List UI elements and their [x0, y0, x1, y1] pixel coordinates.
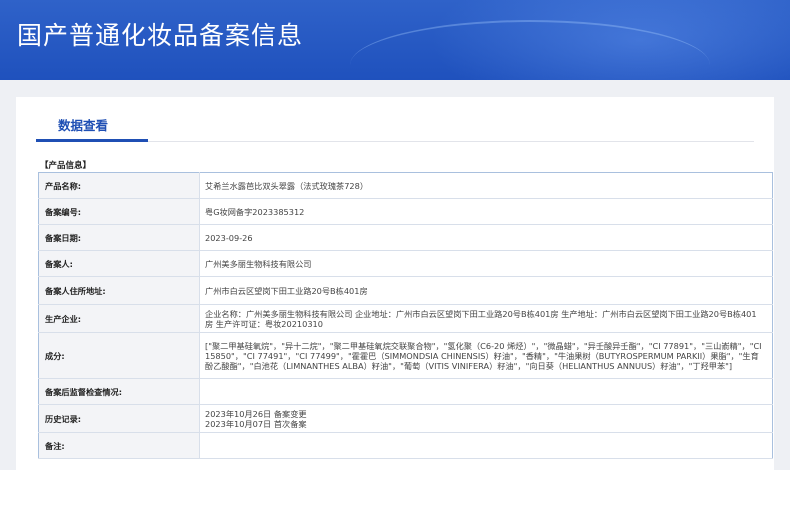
table-row: 成分: ["聚二甲基硅氧烷"，"异十二烷"，"聚二甲基硅氧烷交联聚合物"，"氢化…	[38, 332, 773, 379]
row-value-inspection	[199, 378, 773, 405]
section-title-product-info: 【产品信息】	[40, 161, 92, 171]
table-row: 备案编号: 粤G妆网备字2023385312	[38, 198, 773, 225]
row-label-filer: 备案人:	[38, 250, 200, 277]
row-value-filer: 广州美多丽生物科技有限公司	[199, 250, 773, 277]
row-label-ingredients: 成分:	[38, 332, 200, 379]
table-row: 备注:	[38, 432, 773, 459]
table-row: 备案人住所地址: 广州市白云区望岗下田工业路20号B栋401房	[38, 276, 773, 305]
table-row: 备案人: 广州美多丽生物科技有限公司	[38, 250, 773, 277]
row-value-filing-date: 2023-09-26	[199, 224, 773, 251]
row-value-manufacturer: 企业名称：广州美多丽生物科技有限公司 企业地址：广州市白云区望岗下田工业路20号…	[199, 304, 773, 333]
row-value-filer-address: 广州市白云区望岗下田工业路20号B栋401房	[199, 276, 773, 305]
content-panel: 数据查看 【产品信息】 产品名称: 艾希兰水露芭比双头翠露（法式玫瑰茶728） …	[16, 97, 774, 470]
row-value-history: 2023年10月26日 备案变更 2023年10月07日 首次备案	[199, 404, 773, 433]
row-value-remarks	[199, 432, 773, 459]
table-row: 历史记录: 2023年10月26日 备案变更 2023年10月07日 首次备案	[38, 404, 773, 433]
row-value-ingredients: ["聚二甲基硅氧烷"，"异十二烷"，"聚二甲基硅氧烷交联聚合物"，"氢化聚（C6…	[199, 332, 773, 379]
row-value-product-name: 艾希兰水露芭比双头翠露（法式玫瑰茶728）	[199, 172, 773, 199]
active-tab-indicator	[36, 139, 148, 142]
product-info-table: 产品名称: 艾希兰水露芭比双头翠露（法式玫瑰茶728） 备案编号: 粤G妆网备字…	[38, 172, 773, 459]
page-header: 国产普通化妆品备案信息	[0, 0, 790, 80]
row-label-filing-number: 备案编号:	[38, 198, 200, 225]
row-label-filing-date: 备案日期:	[38, 224, 200, 251]
row-label-inspection: 备案后监督检查情况:	[38, 378, 200, 405]
table-row: 生产企业: 企业名称：广州美多丽生物科技有限公司 企业地址：广州市白云区望岗下田…	[38, 304, 773, 333]
row-label-filer-address: 备案人住所地址:	[38, 276, 200, 305]
row-label-manufacturer: 生产企业:	[38, 304, 200, 333]
table-row: 产品名称: 艾希兰水露芭比双头翠露（法式玫瑰茶728）	[38, 172, 773, 199]
table-row: 备案日期: 2023-09-26	[38, 224, 773, 251]
row-label-remarks: 备注:	[38, 432, 200, 459]
row-label-product-name: 产品名称:	[38, 172, 200, 199]
page-footer-space	[0, 470, 790, 527]
row-value-filing-number: 粤G妆网备字2023385312	[199, 198, 773, 225]
page-title: 国产普通化妆品备案信息	[17, 21, 304, 50]
tab-bar: 数据查看	[36, 97, 754, 142]
tab-data-view[interactable]: 数据查看	[58, 115, 108, 134]
table-row: 备案后监督检查情况:	[38, 378, 773, 405]
row-label-history: 历史记录:	[38, 404, 200, 433]
